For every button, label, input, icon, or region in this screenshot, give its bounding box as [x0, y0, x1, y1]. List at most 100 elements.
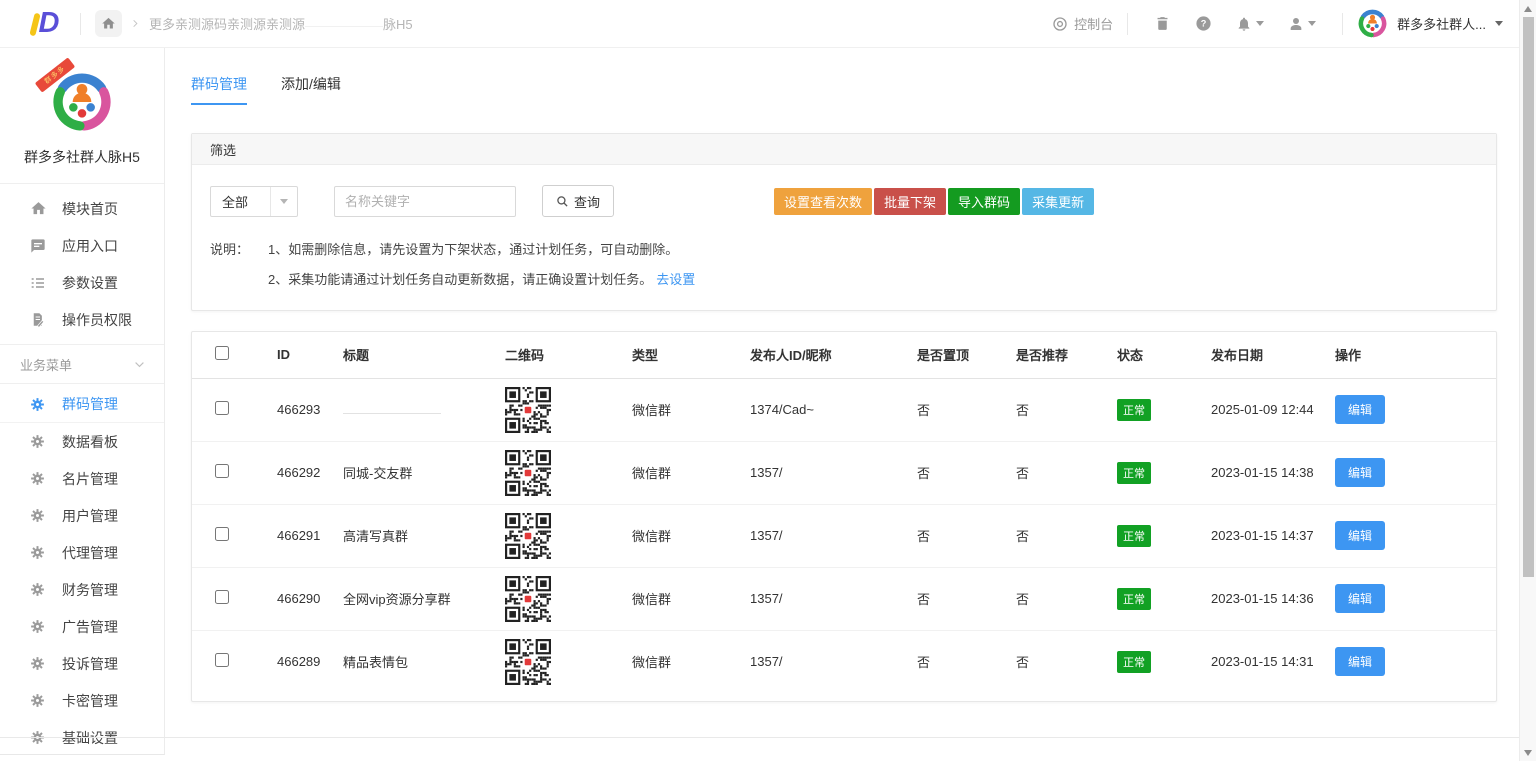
row-date: 2023-01-15 14:37 — [1211, 504, 1335, 567]
edit-button[interactable]: 编辑 — [1335, 584, 1385, 613]
sidebar-item-operator-permissions[interactable]: 操作员权限 — [0, 301, 164, 338]
edit-button[interactable]: 编辑 — [1335, 647, 1385, 676]
row-title: 高清写真群 — [343, 529, 408, 544]
gear-icon — [30, 433, 47, 450]
tab-group-code-mgmt[interactable]: 群码管理 — [191, 74, 247, 105]
account-switcher[interactable]: 群多多社群人... — [1357, 8, 1503, 39]
sidebar-main-menu: 模块首页 应用入口 参数设置 操作员权限 — [0, 184, 164, 345]
row-pinned: 否 — [917, 378, 1016, 441]
edit-button[interactable]: 编辑 — [1335, 458, 1385, 487]
edit-button[interactable]: 编辑 — [1335, 521, 1385, 550]
gear-icon — [30, 692, 47, 709]
gear-icon — [30, 581, 47, 598]
row-type: 微信群 — [632, 441, 750, 504]
filter-panel: 筛选 全部 查询 设置查看次数 批量下架 导入群码 — [191, 133, 1497, 311]
sidebar-item-cardkey-mgmt[interactable]: 卡密管理 — [0, 682, 164, 719]
col-publisher: 发布人ID/昵称 — [750, 332, 917, 378]
help-icon — [1195, 15, 1212, 32]
sidebar-item-complaint-mgmt[interactable]: 投诉管理 — [0, 645, 164, 682]
logo-letter: D — [39, 9, 60, 38]
row-checkbox[interactable] — [215, 653, 229, 667]
col-id: ID — [277, 332, 343, 378]
sidebar-business-menu: 群码管理 数据看板 名片管理 用户管理 代理管理 财务管理 — [0, 384, 164, 756]
row-checkbox[interactable] — [215, 590, 229, 604]
sidebar-item-card-mgmt[interactable]: 名片管理 — [0, 460, 164, 497]
import-group-code-button[interactable]: 导入群码 — [948, 188, 1020, 215]
home-icon — [101, 16, 116, 31]
sidebar-item-group-code[interactable]: 群码管理 — [0, 386, 164, 423]
keyword-input[interactable] — [334, 186, 516, 217]
gear-icon — [30, 470, 47, 487]
sidebar-item-user-mgmt[interactable]: 用户管理 — [0, 497, 164, 534]
table-row: 466292 同城-交友群 微信群 1357/ 否 否 正常 2023-01-1… — [192, 441, 1496, 504]
notes-block: 说明： 1、如需删除信息，请先设置为下架状态，通过计划任务，可自动删除。 2、采… — [210, 241, 1478, 288]
gear-icon — [30, 544, 47, 561]
user-icon — [1288, 16, 1304, 32]
scrollbar-thumb[interactable] — [1523, 17, 1534, 577]
sidebar-item-parameters[interactable]: 参数设置 — [0, 264, 164, 301]
row-checkbox[interactable] — [215, 464, 229, 478]
row-publisher: 1374/Cad~ — [750, 378, 917, 441]
app-logo — [1357, 8, 1388, 39]
go-setup-link[interactable]: 去设置 — [656, 272, 695, 287]
note-line-1: 1、如需删除信息，请先设置为下架状态，通过计划任务，可自动删除。 — [268, 241, 695, 259]
row-title — [343, 404, 441, 414]
sidebar-item-app-entry[interactable]: 应用入口 — [0, 227, 164, 264]
qr-code-image — [505, 639, 551, 685]
notes-label: 说明： — [210, 241, 268, 288]
breadcrumb-home-button[interactable] — [95, 10, 122, 37]
sidebar-item-data-board[interactable]: 数据看板 — [0, 423, 164, 460]
site-logo[interactable]: D — [26, 6, 66, 42]
bulk-offline-button[interactable]: 批量下架 — [874, 188, 946, 215]
search-button[interactable]: 查询 — [542, 185, 614, 217]
footer-divider — [0, 737, 1519, 738]
user-menu-button[interactable] — [1288, 16, 1316, 32]
row-type: 微信群 — [632, 567, 750, 630]
col-status: 状态 — [1117, 332, 1211, 378]
sidebar: 群多多 群多多社群人脉H5 模块首页 应用入口 参数设置 操作员权限 业务 — [0, 48, 165, 755]
row-title: 精品表情包 — [343, 655, 408, 670]
qr-code-image — [505, 387, 551, 433]
console-link[interactable]: 控制台 — [1052, 14, 1113, 33]
help-button[interactable] — [1195, 15, 1212, 32]
sidebar-section-business[interactable]: 业务菜单 — [0, 345, 164, 384]
row-pinned: 否 — [917, 504, 1016, 567]
search-icon — [556, 195, 569, 208]
breadcrumb-suffix: 脉H5 — [383, 14, 413, 33]
table-row: 466293 微信群 1374/Cad~ 否 否 正常 2025-01-09 1… — [192, 378, 1496, 441]
caret-down-icon — [1495, 21, 1503, 26]
clear-cache-button[interactable] — [1154, 15, 1171, 32]
edit-button[interactable]: 编辑 — [1335, 395, 1385, 424]
status-badge: 正常 — [1117, 399, 1151, 421]
sidebar-item-ad-mgmt[interactable]: 广告管理 — [0, 608, 164, 645]
row-recommended: 否 — [1016, 567, 1117, 630]
scroll-up-arrow-icon[interactable] — [1524, 6, 1532, 12]
row-id: 466293 — [277, 378, 343, 441]
sidebar-item-finance-mgmt[interactable]: 财务管理 — [0, 571, 164, 608]
table-row: 466291 高清写真群 微信群 1357/ 否 否 正常 2023-01-15… — [192, 504, 1496, 567]
type-select[interactable]: 全部 — [210, 186, 298, 217]
select-all-checkbox[interactable] — [215, 346, 229, 360]
app-window: D 更多亲测源码亲测源亲测源 脉H5 控制台 — [0, 0, 1536, 761]
col-action: 操作 — [1335, 332, 1496, 378]
set-view-count-button[interactable]: 设置查看次数 — [774, 188, 872, 215]
scroll-down-arrow-icon[interactable] — [1524, 750, 1532, 756]
breadcrumb: 更多亲测源码亲测源亲测源 — [149, 14, 305, 33]
collect-update-button[interactable]: 采集更新 — [1022, 188, 1094, 215]
row-checkbox[interactable] — [215, 401, 229, 415]
vertical-scrollbar[interactable] — [1519, 0, 1536, 761]
row-title: 同城-交友群 — [343, 466, 412, 481]
tab-add-edit[interactable]: 添加/编辑 — [281, 74, 341, 105]
trash-icon — [1154, 15, 1171, 32]
console-icon — [1052, 16, 1068, 32]
notifications-button[interactable] — [1236, 16, 1264, 32]
chevron-down-icon — [270, 187, 297, 216]
divider — [1127, 13, 1128, 35]
divider — [1342, 13, 1343, 35]
sidebar-item-agent-mgmt[interactable]: 代理管理 — [0, 534, 164, 571]
col-title: 标题 — [343, 332, 505, 378]
row-checkbox[interactable] — [215, 527, 229, 541]
sidebar-item-module-home[interactable]: 模块首页 — [0, 190, 164, 227]
row-type: 微信群 — [632, 378, 750, 441]
gear-icon — [30, 618, 47, 635]
